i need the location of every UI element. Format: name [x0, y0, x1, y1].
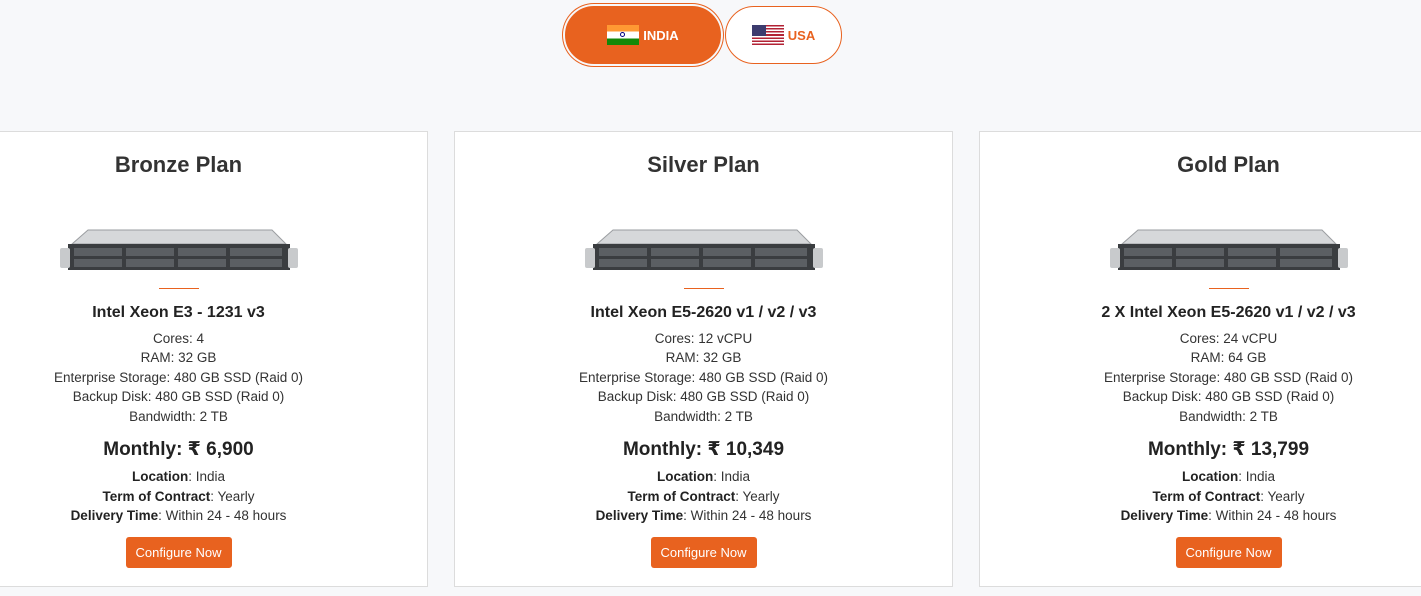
server-image: [1109, 229, 1348, 270]
plan-card-gold: Gold Plan 2 X Intel Xeon E5-2620 v1 / v2…: [979, 131, 1421, 587]
monthly-price: Monthly: ₹ 6,900: [103, 439, 254, 460]
tab-usa-label: USA: [787, 27, 816, 43]
spec-list: Cores: 24 vCPU RAM: 64 GB Enterprise Sto…: [980, 329, 1421, 426]
spec-backup: Backup Disk: 480 GB SSD (Raid 0): [72, 389, 285, 405]
india-flag-icon: [607, 25, 640, 45]
divider: [1208, 288, 1249, 289]
term-label: Term of Contract: [102, 488, 211, 504]
location-value: : India: [1238, 469, 1276, 484]
monthly-price: Monthly: ₹ 13,799: [1147, 439, 1310, 460]
term-value: : Yearly: [735, 488, 780, 504]
plan-meta: Location: India Term of Contract: Yearly…: [455, 467, 952, 526]
spec-cores: Cores: 4: [152, 331, 205, 346]
configure-now-button[interactable]: Configure Now: [650, 537, 757, 568]
spec-backup: Backup Disk: 480 GB SSD (Raid 0): [597, 389, 810, 405]
cpu-name: 2 X Intel Xeon E5-2620 v1 / v2 / v3: [1101, 304, 1356, 321]
usa-flag-icon: [751, 25, 784, 45]
location-label: Location: [131, 469, 189, 484]
plan-meta: Location: India Term of Contract: Yearly…: [980, 467, 1421, 526]
plan-card-silver: Silver Plan Intel Xeon E5-2620 v1 / v2 /…: [454, 131, 953, 587]
delivery-value: : Within 24 - 48 hours: [683, 508, 812, 524]
monthly-price: Monthly: ₹ 10,349: [622, 439, 785, 460]
spec-ram: RAM: 32 GB: [665, 350, 742, 366]
plan-meta: Location: India Term of Contract: Yearly…: [0, 467, 427, 526]
delivery-value: : Within 24 - 48 hours: [158, 508, 287, 524]
plan-title: Bronze Plan: [114, 152, 243, 177]
location-label: Location: [656, 469, 714, 484]
server-image: [584, 229, 823, 270]
tab-usa[interactable]: USA: [725, 6, 842, 64]
delivery-label: Delivery Time: [595, 508, 684, 524]
spec-storage: Enterprise Storage: 480 GB SSD (Raid 0): [578, 369, 829, 385]
location-label: Location: [1181, 469, 1239, 484]
divider: [158, 288, 199, 289]
delivery-label: Delivery Time: [1120, 508, 1209, 524]
plan-title: Gold Plan: [1177, 152, 1280, 177]
term-label: Term of Contract: [1152, 488, 1261, 504]
spec-cores: Cores: 12 vCPU: [654, 331, 753, 346]
spec-bandwidth: Bandwidth: 2 TB: [1179, 408, 1278, 424]
spec-ram: RAM: 32 GB: [140, 350, 217, 366]
server-image: [59, 229, 298, 270]
spec-backup: Backup Disk: 480 GB SSD (Raid 0): [1122, 389, 1335, 405]
term-label: Term of Contract: [627, 488, 736, 504]
delivery-label: Delivery Time: [70, 508, 159, 524]
cpu-name: Intel Xeon E3 - 1231 v3: [92, 304, 265, 321]
location-value: : India: [713, 469, 751, 484]
spec-storage: Enterprise Storage: 480 GB SSD (Raid 0): [53, 369, 304, 385]
spec-bandwidth: Bandwidth: 2 TB: [129, 408, 228, 424]
tab-india-label: INDIA: [643, 27, 679, 43]
configure-now-button[interactable]: Configure Now: [125, 537, 232, 568]
spec-list: Cores: 4 RAM: 32 GB Enterprise Storage: …: [0, 329, 427, 426]
tab-india[interactable]: INDIA: [565, 6, 721, 64]
spec-ram: RAM: 64 GB: [1190, 350, 1267, 366]
plan-card-bronze: Bronze Plan Intel Xeon E3 - 1231 v3 Core…: [0, 131, 428, 587]
spec-bandwidth: Bandwidth: 2 TB: [654, 408, 753, 424]
spec-cores: Cores: 24 vCPU: [1179, 331, 1278, 346]
region-tabs: INDIA USA: [565, 6, 855, 68]
term-value: : Yearly: [210, 488, 255, 504]
cpu-name: Intel Xeon E5-2620 v1 / v2 / v3: [590, 304, 817, 321]
spec-list: Cores: 12 vCPU RAM: 32 GB Enterprise Sto…: [455, 329, 952, 426]
delivery-value: : Within 24 - 48 hours: [1208, 508, 1337, 524]
plan-title: Silver Plan: [647, 152, 760, 177]
term-value: : Yearly: [1260, 488, 1305, 504]
location-value: : India: [188, 469, 226, 484]
configure-now-button[interactable]: Configure Now: [1175, 537, 1282, 568]
spec-storage: Enterprise Storage: 480 GB SSD (Raid 0): [1103, 369, 1354, 385]
divider: [683, 288, 724, 289]
